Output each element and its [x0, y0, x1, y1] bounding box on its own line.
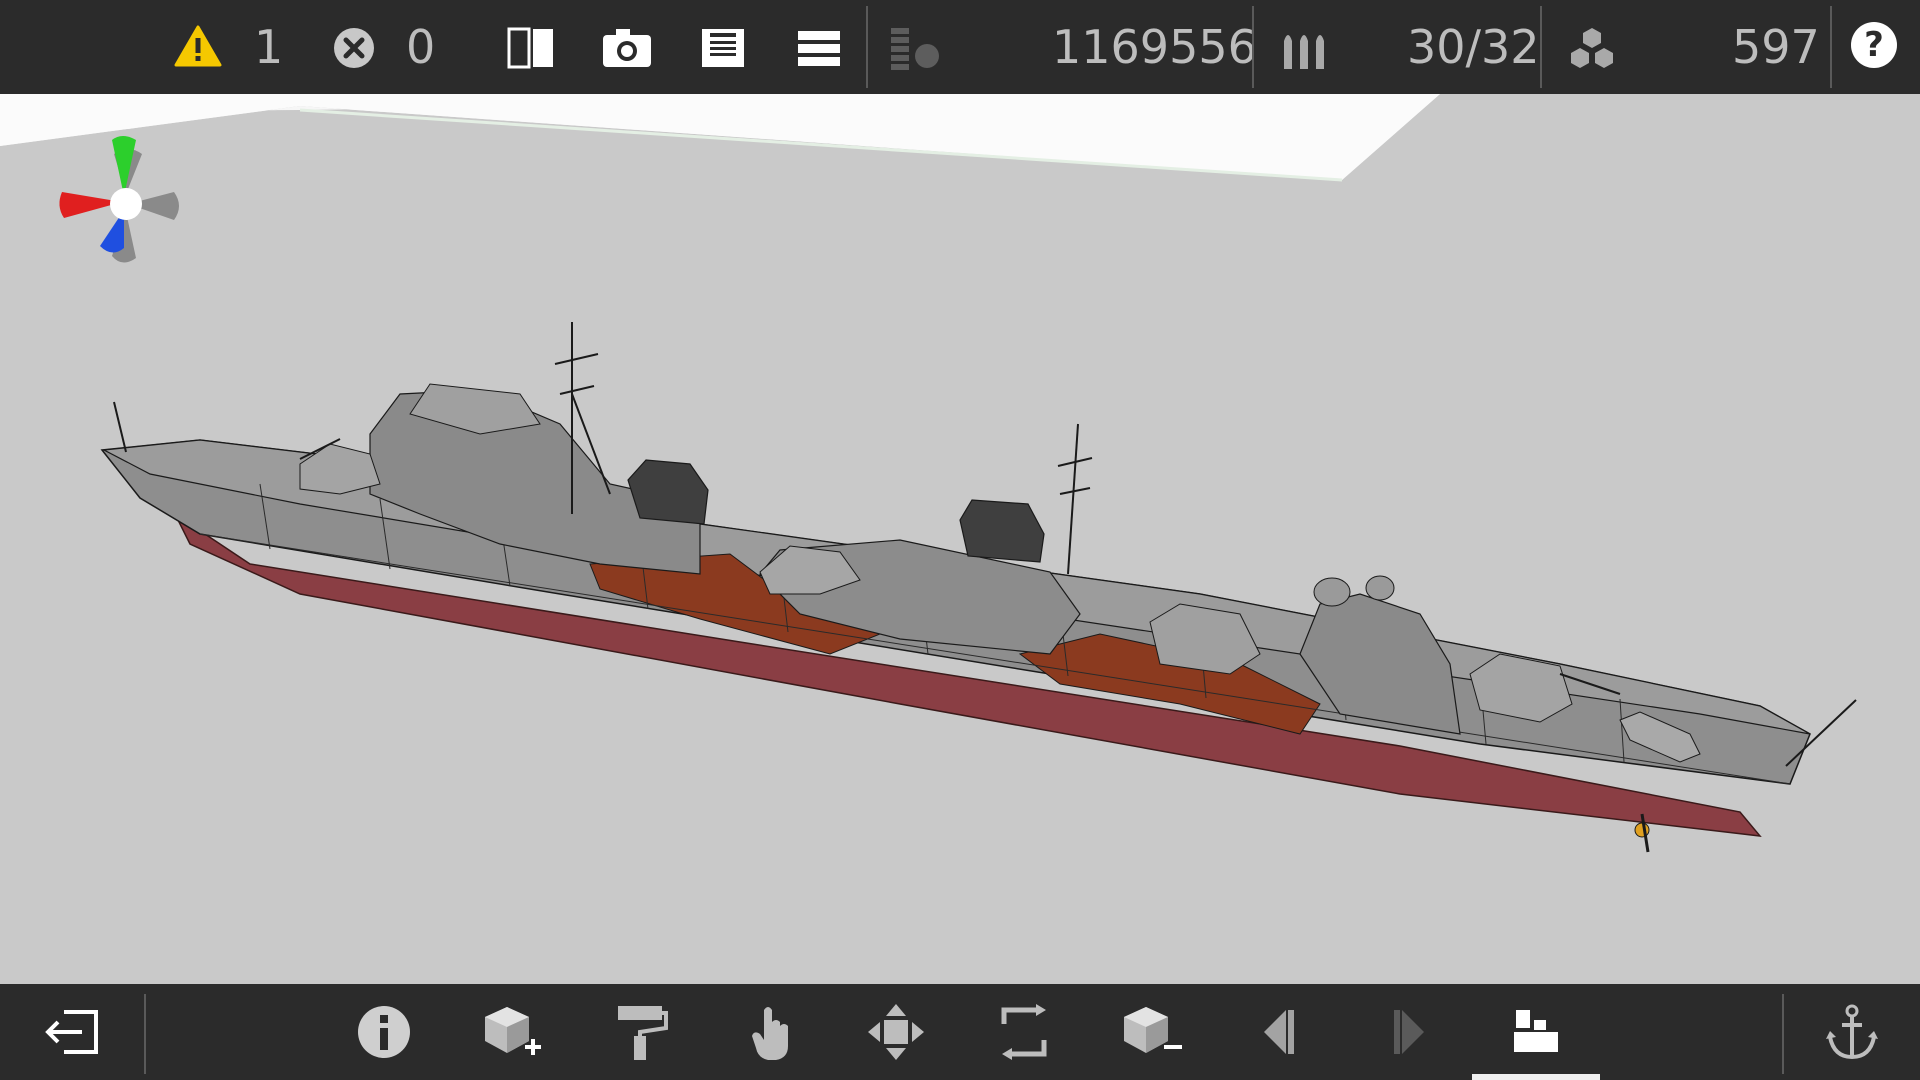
- aft-funnel: [959, 499, 1045, 563]
- help-button[interactable]: ?: [1851, 22, 1897, 68]
- forward-funnel: [627, 459, 709, 525]
- remove-part-button[interactable]: [1116, 996, 1188, 1068]
- hand-select-icon: [752, 1007, 788, 1060]
- anchor-icon: [1826, 1004, 1878, 1060]
- info-icon: [358, 1006, 410, 1058]
- ammo-value: 30/32: [1407, 20, 1540, 74]
- paint-roller-icon: [618, 1006, 668, 1060]
- toolbar-divider: [144, 994, 146, 1074]
- error-count: 0: [406, 20, 436, 74]
- parts-cubes-icon: [1571, 28, 1613, 68]
- menu-icon: [798, 31, 840, 66]
- ship-model[interactable]: [100, 322, 1857, 853]
- exit-button[interactable]: [36, 996, 108, 1068]
- forward-turret: [299, 443, 381, 495]
- aft-director: [1365, 575, 1395, 601]
- screenshot-button[interactable]: [596, 22, 658, 74]
- bow-jackstaff: [113, 401, 127, 453]
- bottom-toolbar: [0, 984, 1920, 1080]
- save-icon: [702, 29, 744, 67]
- save-button[interactable]: [692, 22, 754, 74]
- layers-icon: [1514, 1010, 1558, 1052]
- camera-icon: [603, 29, 651, 67]
- error-x-icon: [334, 28, 374, 68]
- compare-split-icon: [507, 27, 553, 69]
- add-part-button[interactable]: [476, 996, 548, 1068]
- select-button[interactable]: [736, 996, 808, 1068]
- layers-button[interactable]: [1500, 996, 1572, 1068]
- remove-part-icon: [1124, 1007, 1182, 1053]
- aft-director: [1313, 577, 1351, 607]
- rotate-button[interactable]: [988, 996, 1060, 1068]
- add-part-icon: [485, 1007, 541, 1055]
- ammo-button[interactable]: [1276, 22, 1336, 74]
- orientation-gizmo[interactable]: [56, 134, 206, 274]
- viewport-scene: [0, 94, 1857, 853]
- 3d-viewport[interactable]: [0, 94, 1920, 984]
- move-arrows-icon: [868, 1004, 924, 1060]
- error-button[interactable]: [330, 24, 378, 72]
- help-icon: ?: [1864, 25, 1884, 65]
- parts-button[interactable]: [1562, 22, 1622, 76]
- toolbar-divider: [1252, 6, 1254, 88]
- compare-button[interactable]: [500, 22, 562, 74]
- aft-mast: [1057, 423, 1093, 575]
- top-toolbar: 1 0 1169556 30/32 597 ?: [0, 0, 1920, 94]
- toolbar-divider: [866, 6, 868, 88]
- next-icon: [1394, 1010, 1424, 1054]
- toolbar-divider: [1540, 6, 1542, 88]
- rotate-icon: [1001, 1004, 1047, 1060]
- previous-button[interactable]: [1244, 996, 1316, 1068]
- ammo-shells-icon: [1284, 35, 1324, 69]
- toolbar-divider: [1782, 994, 1784, 1074]
- warning-count: 1: [254, 20, 284, 74]
- toolbar-divider: [1830, 6, 1832, 88]
- anchor-button[interactable]: [1816, 996, 1888, 1068]
- move-button[interactable]: [860, 996, 932, 1068]
- stability-button[interactable]: [884, 22, 948, 76]
- parts-value: 597: [1732, 20, 1820, 74]
- exit-icon: [45, 1010, 98, 1054]
- menu-button[interactable]: [788, 22, 850, 74]
- warning-triangle-icon: [174, 25, 222, 67]
- mass-value: 1169556: [1052, 20, 1257, 74]
- active-tab-indicator: [1472, 1074, 1600, 1080]
- warning-button[interactable]: [172, 20, 224, 72]
- paint-button[interactable]: [604, 996, 676, 1068]
- stability-icon: [891, 28, 939, 70]
- next-button[interactable]: [1372, 996, 1444, 1068]
- previous-icon: [1264, 1010, 1294, 1054]
- info-button[interactable]: [348, 996, 420, 1068]
